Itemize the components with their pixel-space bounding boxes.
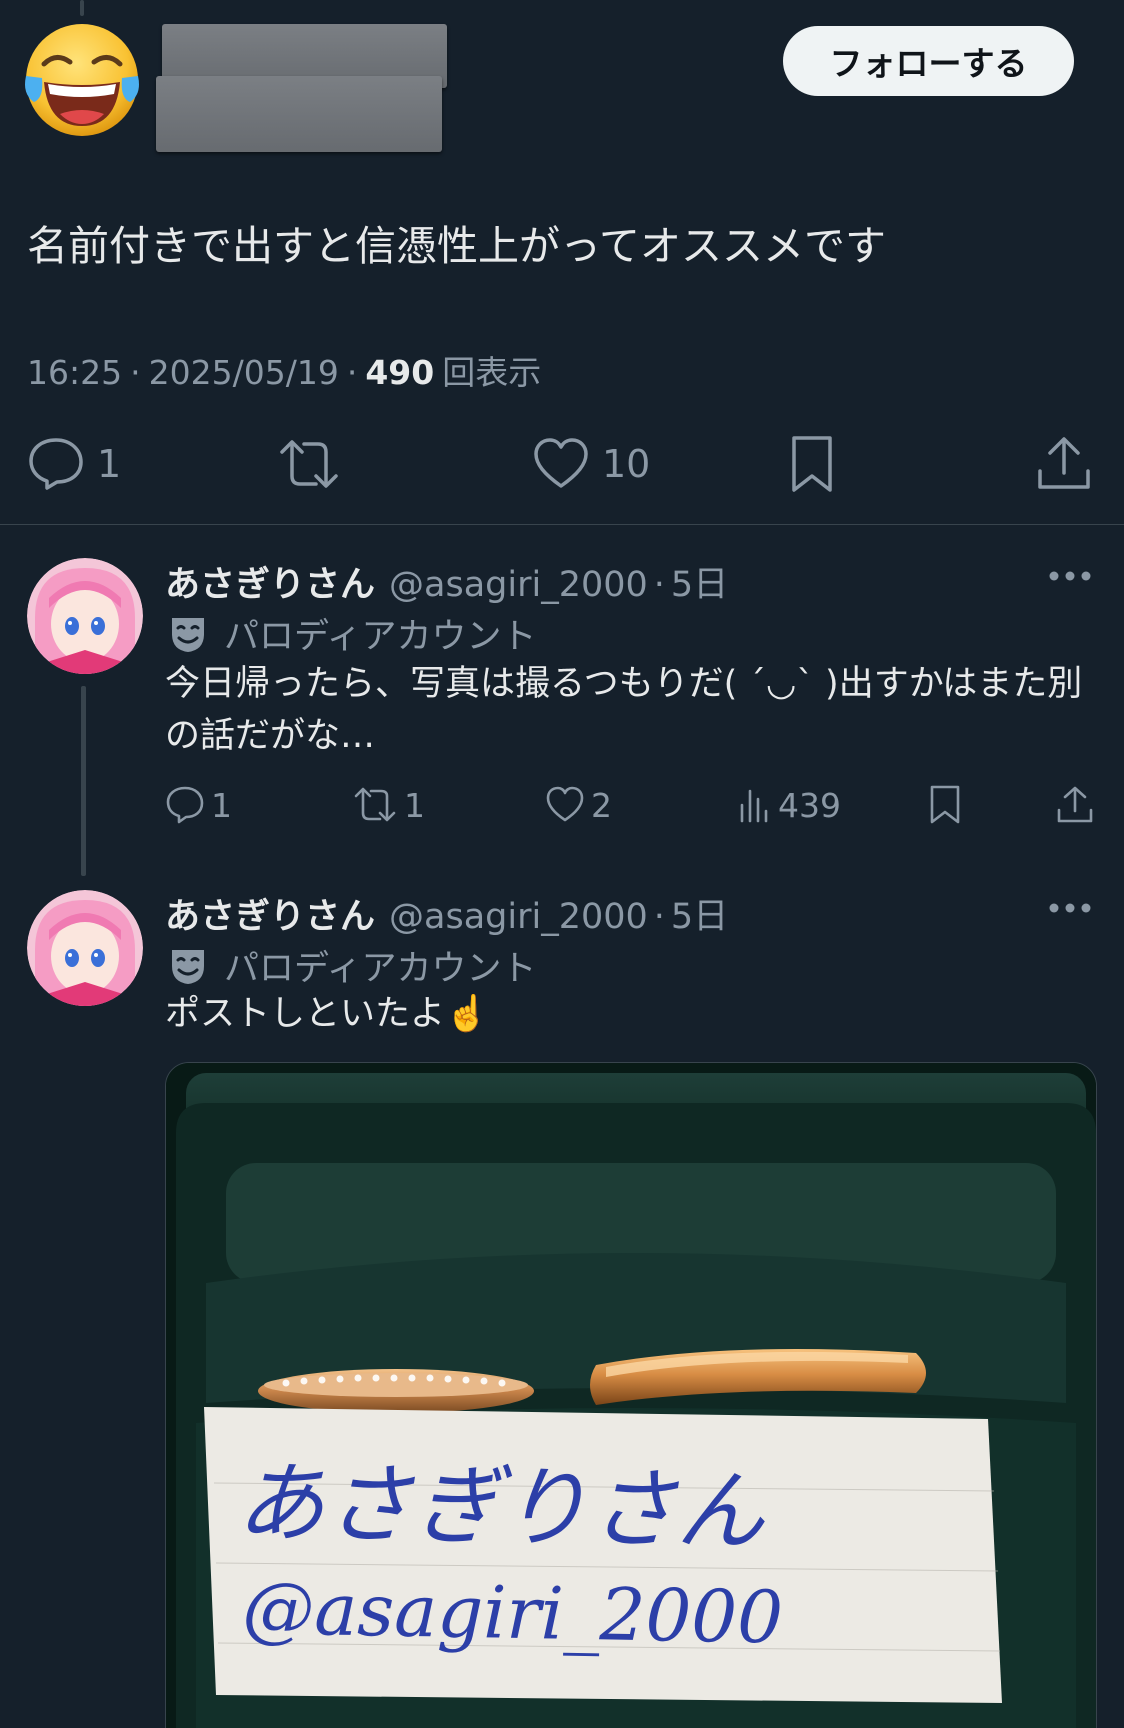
theater-mask-icon xyxy=(172,617,204,652)
more-icon[interactable] xyxy=(1048,568,1092,584)
header-separator: · xyxy=(653,565,665,605)
divider xyxy=(0,524,1124,525)
bar-chart-icon xyxy=(740,789,768,823)
header-separator: · xyxy=(653,897,665,937)
view-count: 439 xyxy=(778,785,841,825)
parody-label: パロディアカウント xyxy=(168,940,537,991)
parody-label-text: パロディアカウント xyxy=(224,949,537,989)
ring-box-photo: あさぎりさん @asagiri_2000 xyxy=(166,1063,1096,1728)
user-handle[interactable]: @asagiri_2000 xyxy=(389,897,648,937)
post-time[interactable]: 5日 xyxy=(671,888,728,939)
reply-text: 今日帰ったら、写真は撮るつもりだ( ´◡` )出すかはまた別の話だがな… xyxy=(165,664,1083,756)
reply-count: 1 xyxy=(211,785,232,825)
like-count: 10 xyxy=(602,442,651,486)
bookmark-icon xyxy=(792,436,832,492)
reply-header: あさぎりさん @asagiri_2000 · 5日 xyxy=(165,888,728,939)
heart-icon xyxy=(534,438,588,488)
repost-icon xyxy=(354,787,396,822)
theater-mask-icon xyxy=(172,949,204,984)
bookmark-button[interactable] xyxy=(788,432,836,496)
reply-text: ポストしといたよ☝️ xyxy=(165,994,489,1034)
bookmark-button[interactable] xyxy=(928,780,962,830)
reply-button[interactable]: 1 xyxy=(27,432,121,496)
timeline: フォローする 名前付きで出すと信憑性上がってオススメです 16:25 · 202… xyxy=(0,0,1124,1728)
reply-icon xyxy=(166,786,204,824)
display-name[interactable]: あさぎりさん xyxy=(165,556,375,607)
avatar[interactable] xyxy=(27,890,143,1006)
views-label: 回表示 xyxy=(442,353,542,392)
like-count: 2 xyxy=(591,785,612,825)
meta-separator: · xyxy=(130,353,141,392)
parody-label-text: パロディアカウント xyxy=(224,617,537,657)
share-button[interactable] xyxy=(1056,780,1094,830)
note-line-2: @asagiri_2000 xyxy=(242,1566,784,1659)
reply-header: あさぎりさん @asagiri_2000 · 5日 xyxy=(165,556,728,607)
thread-line xyxy=(80,0,84,16)
meta-separator: · xyxy=(346,353,358,392)
display-name[interactable]: あさぎりさん xyxy=(165,888,375,939)
reply-button[interactable]: 1 xyxy=(165,780,232,830)
thread-line xyxy=(81,686,86,876)
attached-photo[interactable]: あさぎりさん @asagiri_2000 xyxy=(165,1062,1097,1728)
more-icon[interactable] xyxy=(1048,900,1092,916)
heart-icon xyxy=(546,786,584,822)
post-meta: 16:25 · 2025/05/19 · 490 回表示 xyxy=(27,346,541,394)
reply-icon xyxy=(29,438,83,490)
parody-label: パロディアカウント xyxy=(168,608,537,659)
like-button[interactable]: 2 xyxy=(545,780,612,830)
like-button[interactable]: 10 xyxy=(532,432,650,496)
note-line-1: あさぎりさん xyxy=(236,1451,767,1563)
views-count: 490 xyxy=(365,353,435,392)
reply-count: 1 xyxy=(97,442,122,486)
post-time: 16:25 xyxy=(27,353,123,392)
share-icon xyxy=(1038,437,1090,489)
post-text: 名前付きで出すと信憑性上がってオススメです xyxy=(27,222,886,270)
avatar[interactable] xyxy=(27,558,143,674)
repost-button[interactable]: 1 xyxy=(352,780,425,830)
repost-count: 1 xyxy=(404,785,425,825)
post-time[interactable]: 5日 xyxy=(671,556,728,607)
bookmark-icon xyxy=(930,785,960,824)
share-icon xyxy=(1057,786,1093,823)
post-date[interactable]: 2025/05/19 xyxy=(149,353,339,392)
views-button[interactable]: 439 xyxy=(738,780,841,830)
repost-button[interactable] xyxy=(276,432,342,496)
repost-icon xyxy=(280,440,338,488)
follow-button[interactable]: フォローする xyxy=(783,26,1074,96)
share-button[interactable] xyxy=(1036,432,1092,496)
redacted-handle xyxy=(156,76,442,152)
user-handle[interactable]: @asagiri_2000 xyxy=(389,565,648,605)
tears-of-joy-emoji-avatar[interactable] xyxy=(20,18,144,142)
